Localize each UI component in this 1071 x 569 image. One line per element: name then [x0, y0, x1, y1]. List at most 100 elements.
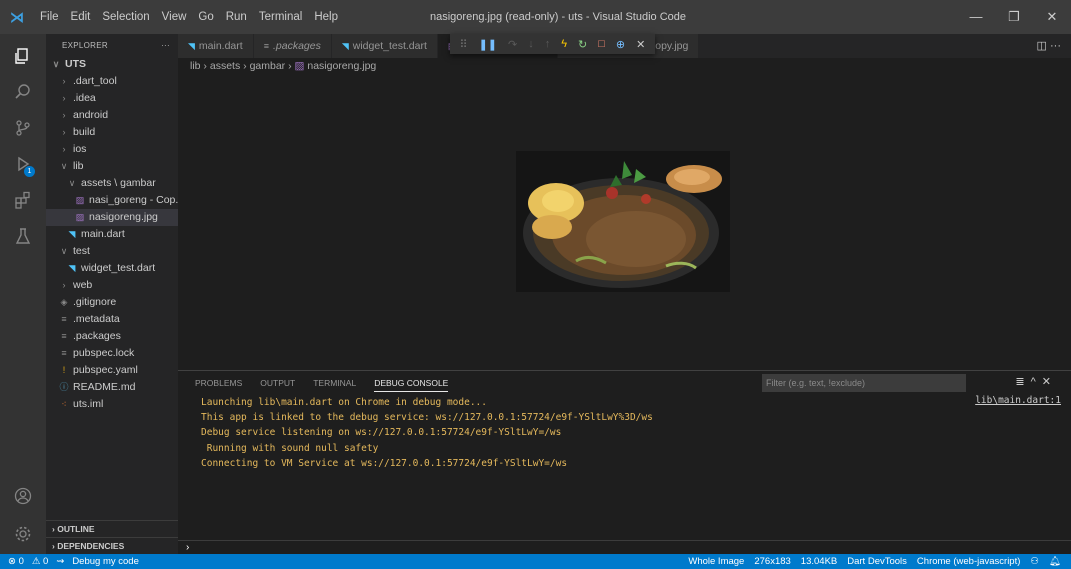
extensions-icon[interactable] — [0, 182, 46, 218]
folder-icon: › — [62, 76, 66, 86]
tree-item[interactable]: ∨ test — [46, 243, 178, 260]
tree-item[interactable]: ◥ widget_test.dart — [46, 260, 178, 277]
tree-item[interactable]: ▨ nasigoreng.jpg — [46, 209, 178, 226]
status-right: Whole Image 276x183 13.04KB Dart DevTool… — [688, 554, 1061, 569]
inspect-widget-icon[interactable]: ⊕ — [616, 38, 625, 51]
menu-edit[interactable]: Edit — [65, 0, 97, 34]
image-dimensions: 276x183 — [754, 556, 791, 567]
tree-item[interactable]: ∨ lib — [46, 158, 178, 175]
search-icon[interactable] — [0, 74, 46, 110]
restore-icon[interactable]: ❐ — [995, 0, 1033, 34]
explorer-icon[interactable] — [0, 38, 46, 74]
menu-file[interactable]: File — [34, 0, 65, 34]
tree-item-label: .dart_tool — [73, 75, 117, 87]
tree-item[interactable]: ! pubspec.yaml — [46, 362, 178, 379]
console-line: Running with sound null safety — [201, 442, 379, 454]
dart-devtools[interactable]: Dart DevTools — [847, 554, 907, 569]
tree-item[interactable]: ⓘ README.md — [46, 379, 178, 396]
breadcrumb-gambar[interactable]: gambar — [250, 60, 286, 72]
outline-section[interactable]: › OUTLINE — [46, 520, 178, 537]
split-editor-icon[interactable]: ◫ — [1037, 40, 1047, 52]
tree-item[interactable]: ◈ .gitignore — [46, 294, 178, 311]
run-debug-icon[interactable]: 1 — [0, 146, 46, 182]
debug-status[interactable]: Debug my code — [72, 556, 139, 567]
debug-close-icon[interactable]: ✕ — [636, 38, 645, 51]
source-link[interactable]: lib\main.dart:1 — [975, 395, 1061, 406]
editor-tab[interactable]: ◥ widget_test.dart — [331, 34, 438, 58]
file-icon: ≡ — [263, 41, 269, 51]
menu-help[interactable]: Help — [308, 0, 344, 34]
tab-problems[interactable]: PROBLEMS — [195, 378, 242, 392]
clear-console-icon[interactable]: ≣ — [1015, 376, 1030, 388]
tree-item-label: uts.iml — [73, 398, 104, 410]
activity-bar: 1 — [0, 34, 46, 554]
zoom-status[interactable]: Whole Image — [688, 554, 744, 569]
tree-item[interactable]: ≡ .metadata — [46, 311, 178, 328]
stop-icon[interactable]: □ — [598, 38, 605, 50]
tree-item[interactable]: › .idea — [46, 90, 178, 107]
debug-device[interactable]: Chrome (web-javascript) — [917, 554, 1020, 569]
tree-item[interactable]: › ios — [46, 141, 178, 158]
file-icon: ≡ — [61, 348, 67, 358]
menu-go[interactable]: Go — [192, 0, 219, 34]
tree-item-label: lib — [73, 160, 84, 172]
breadcrumb-file[interactable]: nasigoreng.jpg — [307, 60, 376, 72]
dependencies-section[interactable]: › DEPENDENCIES — [46, 537, 178, 554]
errors-count[interactable]: ⊗ 0 — [8, 556, 24, 567]
hot-reload-icon[interactable]: ϟ — [561, 38, 567, 50]
tree-item[interactable]: ⁖ uts.iml — [46, 396, 178, 413]
feedback-icon[interactable]: ⚇ — [1030, 554, 1039, 569]
settings-gear-icon[interactable] — [0, 516, 46, 552]
step-out-icon: ↑ — [544, 38, 551, 50]
menu-bar: File Edit Selection View Go Run Terminal… — [34, 0, 344, 34]
close-panel-icon[interactable]: ✕ — [1042, 376, 1057, 388]
tree-item[interactable]: › .dart_tool — [46, 73, 178, 90]
tree-item[interactable]: ≡ pubspec.lock — [46, 345, 178, 362]
tree-item[interactable]: ∨ assets \ gambar — [46, 175, 178, 192]
tree-item[interactable]: › web — [46, 277, 178, 294]
tab-terminal[interactable]: TERMINAL — [313, 378, 356, 392]
testing-flask-icon[interactable] — [0, 218, 46, 254]
file-tree: ∨ UTS › .dart_tool › .idea › android › build › ios ∨… — [46, 56, 178, 413]
tree-item[interactable]: › build — [46, 124, 178, 141]
tab-label: main.dart — [198, 40, 243, 52]
menu-terminal[interactable]: Terminal — [253, 0, 308, 34]
tree-item-label: main.dart — [81, 228, 125, 240]
console-prompt[interactable]: › — [178, 540, 1071, 554]
tree-item[interactable]: ▨ nasi_goreng - Cop... — [46, 192, 178, 209]
explorer-more-icon[interactable]: ··· — [161, 41, 170, 50]
tab-output[interactable]: OUTPUT — [260, 378, 295, 392]
tree-item-label: build — [73, 126, 96, 138]
tab-debug-console[interactable]: DEBUG CONSOLE — [374, 378, 449, 392]
editor-tab[interactable]: ◥ main.dart — [178, 34, 254, 58]
source-control-icon[interactable] — [0, 110, 46, 146]
notifications-icon[interactable]: 🔔︎ — [1049, 554, 1061, 569]
console-line: Debug service listening on ws://127.0.0.… — [201, 427, 562, 439]
console-filter-input[interactable]: Filter (e.g. text, !exclude) — [762, 374, 966, 392]
editor-more-icon[interactable]: ··· — [1050, 40, 1061, 52]
tree-item-label: .packages — [73, 330, 121, 342]
tree-item[interactable]: ≡ .packages — [46, 328, 178, 345]
tree-item[interactable]: ∨ UTS — [46, 56, 178, 73]
tree-item[interactable]: ◥ main.dart — [46, 226, 178, 243]
drag-handle-icon[interactable]: ⠿ — [460, 38, 468, 51]
tree-item-label: .gitignore — [73, 296, 117, 308]
pause-icon[interactable]: ❚❚ — [479, 38, 497, 51]
warnings-count[interactable]: ⚠ 0 — [32, 556, 48, 567]
account-icon[interactable] — [0, 478, 46, 514]
debug-target-icon: ⇝ — [56, 556, 65, 567]
minimize-icon[interactable]: — — [957, 0, 995, 34]
menu-view[interactable]: View — [156, 0, 193, 34]
breadcrumb-assets[interactable]: assets — [210, 60, 240, 72]
menu-run[interactable]: Run — [220, 0, 253, 34]
status-bar: ⊗ 0 ⚠ 0 ⇝ Debug my code Whole Image 276x… — [0, 554, 1071, 569]
maximize-panel-icon[interactable]: ^ — [1031, 376, 1042, 388]
restart-icon[interactable]: ↻ — [578, 38, 587, 51]
menu-selection[interactable]: Selection — [96, 0, 155, 34]
editor-tab[interactable]: ≡ .packages — [253, 34, 332, 58]
breadcrumb-lib[interactable]: lib — [190, 60, 201, 72]
img-icon: ▨ — [75, 195, 85, 205]
tree-item[interactable]: › android — [46, 107, 178, 124]
file-icon: ≡ — [61, 314, 67, 324]
close-window-icon[interactable]: ✕ — [1033, 0, 1071, 34]
